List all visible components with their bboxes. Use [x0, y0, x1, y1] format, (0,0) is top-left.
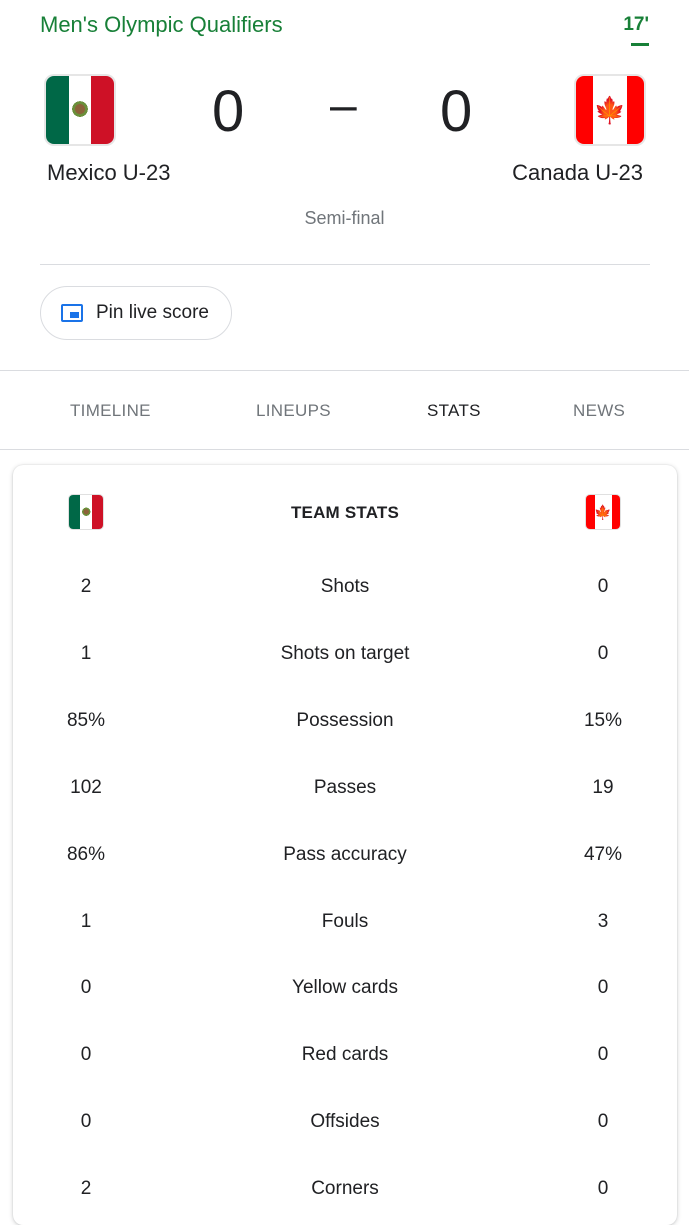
stat-home-value: 86% [66, 844, 106, 865]
stat-row-shots: 2 Shots 0 [13, 568, 677, 608]
mexico-flag-icon[interactable] [46, 76, 114, 144]
picture-in-picture-icon [61, 304, 83, 322]
away-score: 0 [440, 79, 473, 144]
tab-lineups[interactable]: LINEUPS [256, 401, 331, 421]
tab-news[interactable]: NEWS [573, 401, 625, 421]
stat-away-value: 0 [597, 1178, 609, 1199]
tab-stats[interactable]: STATS [427, 401, 481, 421]
stat-home-value: 0 [80, 1044, 92, 1065]
stat-home-value: 1 [80, 911, 92, 932]
tab-timeline[interactable]: TIMELINE [70, 401, 151, 421]
divider [40, 264, 650, 265]
stat-away-value: 19 [592, 777, 614, 798]
stat-label: Corners [311, 1178, 379, 1199]
canada-flag-icon: 🍁 [586, 495, 620, 529]
away-team-name[interactable]: Canada U-23 [512, 160, 643, 186]
competition-name[interactable]: Men's Olympic Qualifiers [40, 12, 283, 38]
stat-home-value: 2 [80, 576, 92, 597]
stat-row-passes: 102 Passes 19 [13, 769, 677, 809]
stat-row-corners: 2 Corners 0 [13, 1170, 677, 1210]
stat-away-value: 0 [597, 977, 609, 998]
stat-row-yellow-cards: 0 Yellow cards 0 [13, 969, 677, 1009]
stat-away-value: 0 [597, 1044, 609, 1065]
home-score: 0 [212, 79, 245, 144]
stat-row-pass-accuracy: 86% Pass accuracy 47% [13, 836, 677, 876]
stat-home-value: 1 [80, 643, 92, 664]
match-minute: 17' [623, 14, 649, 35]
match-header: Men's Olympic Qualifiers 17' 0 – 0 🍁 Mex… [0, 0, 689, 370]
match-tabs: TIMELINE LINEUPS STATS NEWS [0, 370, 689, 450]
stat-label: Fouls [321, 911, 369, 932]
stat-label: Passes [313, 777, 377, 798]
stat-label: Pass accuracy [283, 844, 407, 865]
home-team-name[interactable]: Mexico U-23 [47, 160, 170, 186]
stat-away-value: 0 [597, 576, 609, 597]
stat-home-value: 0 [80, 977, 92, 998]
live-indicator [631, 43, 649, 46]
stat-home-value: 85% [66, 710, 106, 731]
stat-row-offsides: 0 Offsides 0 [13, 1103, 677, 1143]
match-stage: Semi-final [304, 208, 385, 228]
pin-live-score-button[interactable]: Pin live score [40, 286, 232, 340]
stat-away-value: 0 [597, 643, 609, 664]
stat-label: Shots [320, 576, 370, 597]
stat-label: Possession [296, 710, 394, 731]
stat-row-shots-on-target: 1 Shots on target 0 [13, 635, 677, 675]
stat-label: Yellow cards [292, 977, 398, 998]
stat-away-value: 47% [583, 844, 623, 865]
stat-away-value: 0 [597, 1111, 609, 1132]
canada-flag-icon[interactable]: 🍁 [576, 76, 644, 144]
stat-away-value: 15% [583, 710, 623, 731]
stat-row-red-cards: 0 Red cards 0 [13, 1036, 677, 1076]
stat-home-value: 102 [70, 777, 102, 798]
score-separator: – [330, 79, 357, 132]
pin-live-score-label: Pin live score [96, 302, 209, 323]
stat-row-fouls: 1 Fouls 3 [13, 903, 677, 943]
team-stats-card: TEAM STATS 🍁 2 Shots 0 1 Shots on target… [13, 465, 677, 1225]
stat-home-value: 0 [80, 1111, 92, 1132]
stat-label: Offsides [310, 1111, 380, 1132]
team-stats-title: TEAM STATS [290, 503, 400, 522]
stat-row-possession: 85% Possession 15% [13, 702, 677, 742]
stat-away-value: 3 [597, 911, 609, 932]
stat-label: Shots on target [280, 643, 410, 664]
stat-home-value: 2 [80, 1178, 92, 1199]
stat-label: Red cards [301, 1044, 389, 1065]
